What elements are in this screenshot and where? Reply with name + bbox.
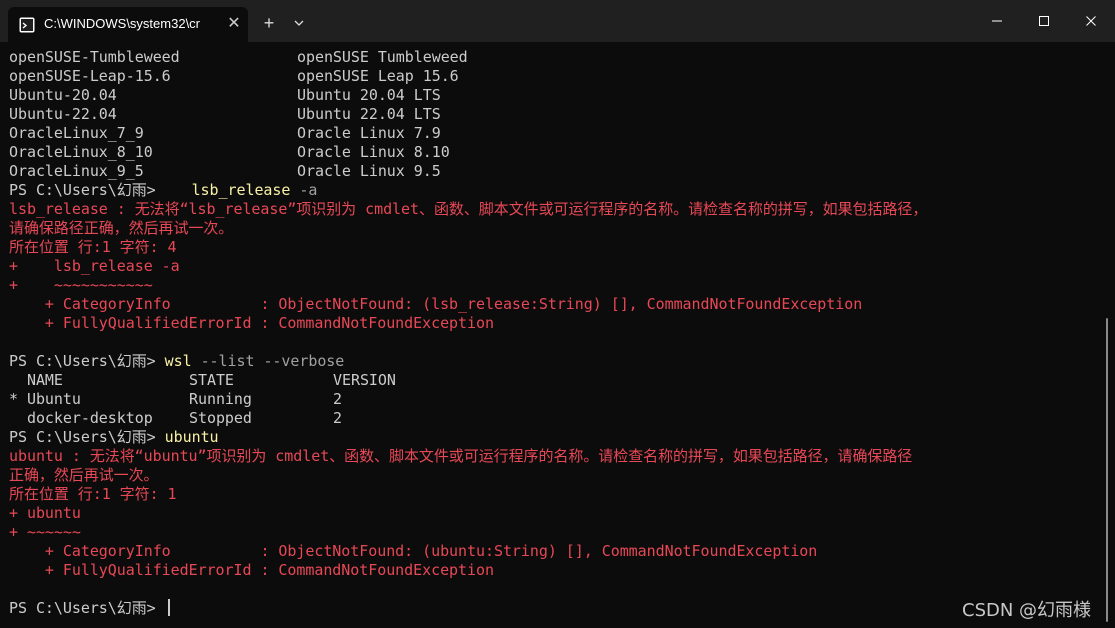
prompt: PS C:\Users\幻雨> xyxy=(9,599,165,617)
terminal-icon xyxy=(19,17,35,33)
distro-row: OracleLinux_9_5 Oracle Linux 9.5 xyxy=(9,162,1099,181)
distro-friendly-name: Ubuntu 22.04 LTS xyxy=(297,105,441,123)
terminal-output[interactable]: openSUSE-Tumbleweed openSUSE Tumbleweed … xyxy=(9,48,1099,628)
header-name: NAME xyxy=(9,371,63,389)
command-args: --list --verbose xyxy=(191,352,345,370)
distro-row: openSUSE-Leap-15.6 openSUSE Leap 15.6 xyxy=(9,67,1099,86)
wsl-version: 2 xyxy=(333,390,342,408)
chevron-down-icon[interactable] xyxy=(292,16,306,30)
minimize-button[interactable] xyxy=(974,0,1020,42)
distro-friendly-name: openSUSE Leap 15.6 xyxy=(297,67,459,85)
wsl-name: * Ubuntu xyxy=(9,390,81,408)
error-fqid: + FullyQualifiedErrorId : CommandNotFoun… xyxy=(9,561,494,579)
distro-name: Ubuntu-22.04 xyxy=(9,105,117,123)
tab-title: C:\WINDOWS\system32\cr xyxy=(44,16,201,31)
error-marker: + ~~~~~~~~~~~ xyxy=(9,276,153,294)
watermark: CSDN @幻雨様 xyxy=(962,600,1092,621)
distro-name: OracleLinux_8_10 xyxy=(9,143,153,161)
wsl-row: docker-desktop Stopped 2 xyxy=(9,409,1099,428)
command-text: lsb_release xyxy=(191,181,291,199)
new-tab-icon[interactable]: + xyxy=(260,14,278,32)
error-position: 所在位置 行:1 字符: 4 xyxy=(9,238,177,256)
distro-row: OracleLinux_8_10 Oracle Linux 8.10 xyxy=(9,143,1099,162)
error-category: + CategoryInfo : ObjectNotFound: (ubuntu… xyxy=(9,542,818,560)
wsl-state: Stopped xyxy=(189,409,252,427)
prompt-line: PS C:\Users\幻雨> ubuntu xyxy=(9,428,1099,447)
error-message: 正确，然后再试一次。 xyxy=(9,466,159,484)
distro-row: Ubuntu-22.04 Ubuntu 22.04 LTS xyxy=(9,105,1099,124)
error-category: + CategoryInfo : ObjectNotFound: (lsb_re… xyxy=(9,295,863,313)
wsl-header-row: NAME STATE VERSION xyxy=(9,371,1099,390)
wsl-name: docker-desktop xyxy=(9,409,153,427)
command-text: ubuntu xyxy=(164,428,219,446)
error-fqid: + FullyQualifiedErrorId : CommandNotFoun… xyxy=(9,314,494,332)
close-window-button[interactable] xyxy=(1068,0,1114,42)
distro-friendly-name: Oracle Linux 7.9 xyxy=(297,124,441,142)
error-echo: + lsb_release -a xyxy=(9,257,180,275)
prompt: PS C:\Users\幻雨> xyxy=(9,428,165,446)
active-prompt-line[interactable]: PS C:\Users\幻雨> xyxy=(9,599,1099,618)
error-position: 所在位置 行:1 字符: 1 xyxy=(9,485,177,503)
tab-powershell[interactable]: C:\WINDOWS\system32\cr ✕ xyxy=(8,7,248,42)
distro-name: Ubuntu-20.04 xyxy=(9,86,117,104)
distro-row: OracleLinux_7_9 Oracle Linux 7.9 xyxy=(9,124,1099,143)
wsl-state: Running xyxy=(189,390,252,408)
prompt-line: PS C:\Users\幻雨> wsl --list --verbose xyxy=(9,352,1099,371)
distro-name: openSUSE-Tumbleweed xyxy=(9,48,180,66)
terminal-window: C:\WINDOWS\system32\cr ✕ + openSUSE-Tumb… xyxy=(0,0,1115,628)
error-message: lsb_release : 无法将“lsb_release”项识别为 cmdle… xyxy=(9,200,928,218)
distro-friendly-name: Oracle Linux 9.5 xyxy=(297,162,441,180)
distro-row: openSUSE-Tumbleweed openSUSE Tumbleweed xyxy=(9,48,1099,67)
distro-name: OracleLinux_7_9 xyxy=(9,124,144,142)
distro-friendly-name: Ubuntu 20.04 LTS xyxy=(297,86,441,104)
command-text: wsl xyxy=(164,352,192,370)
scrollbar[interactable] xyxy=(1106,318,1108,622)
error-message: ubuntu : 无法将“ubuntu”项识别为 cmdlet、函数、脚本文件或… xyxy=(9,447,913,465)
distro-name: OracleLinux_9_5 xyxy=(9,162,144,180)
distro-name: openSUSE-Leap-15.6 xyxy=(9,67,171,85)
prompt: PS C:\Users\幻雨> xyxy=(9,181,192,199)
wsl-row: * Ubuntu Running 2 xyxy=(9,390,1099,409)
close-tab-icon[interactable]: ✕ xyxy=(226,16,242,32)
error-echo: + ubuntu xyxy=(9,504,81,522)
distro-row: Ubuntu-20.04 Ubuntu 20.04 LTS xyxy=(9,86,1099,105)
header-version: VERSION xyxy=(333,371,396,389)
error-marker: + ~~~~~~ xyxy=(9,523,81,541)
error-message: 请确保路径正确，然后再试一次。 xyxy=(9,219,234,237)
wsl-version: 2 xyxy=(333,409,342,427)
distro-friendly-name: Oracle Linux 8.10 xyxy=(297,143,450,161)
header-state: STATE xyxy=(189,371,234,389)
title-bar: C:\WINDOWS\system32\cr ✕ + xyxy=(0,0,1115,42)
distro-friendly-name: openSUSE Tumbleweed xyxy=(297,48,468,66)
prompt: PS C:\Users\幻雨> xyxy=(9,352,165,370)
text-cursor xyxy=(167,599,170,616)
prompt-line: PS C:\Users\幻雨> lsb_release -a xyxy=(9,181,1099,200)
command-args: -a xyxy=(290,181,318,199)
maximize-button[interactable] xyxy=(1021,0,1067,42)
